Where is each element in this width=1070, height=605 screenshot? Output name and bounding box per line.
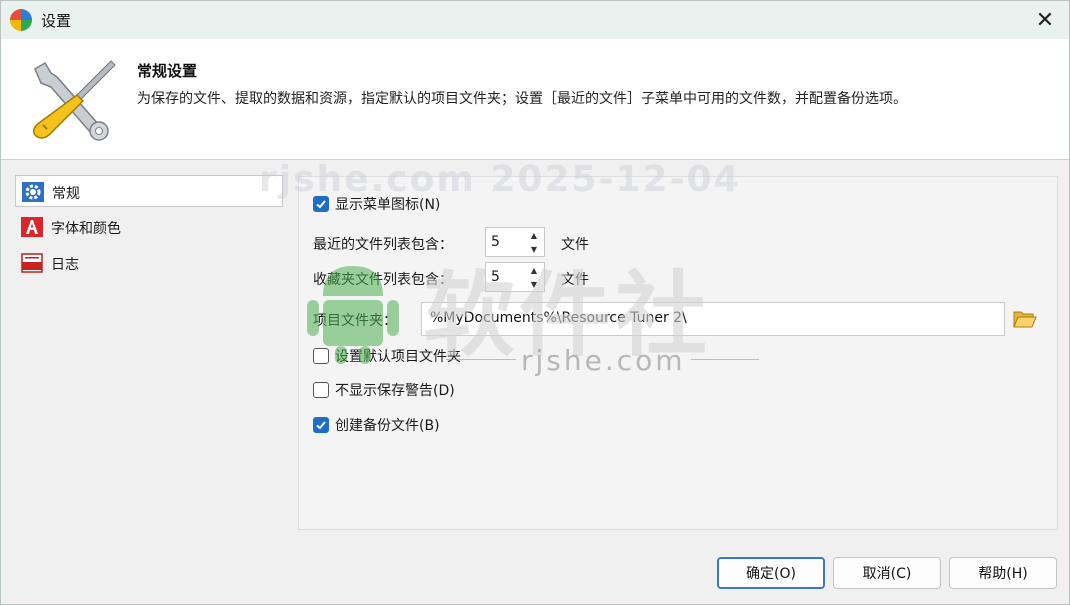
recent-files-label: 最近的文件列表包含：: [313, 237, 453, 253]
favorite-files-unit: 文件: [561, 272, 589, 288]
close-icon: ✕: [1035, 7, 1055, 33]
wrench-screwdriver-icon: [32, 60, 116, 141]
app-logo-icon: [10, 9, 32, 31]
chevron-down-icon[interactable]: ▼: [526, 278, 542, 291]
create-backup-checkbox[interactable]: 创建备份文件(B): [313, 415, 440, 435]
ok-button[interactable]: 确定(O): [717, 557, 825, 589]
show-menu-icons-checkbox[interactable]: 显示菜单图标(N): [313, 194, 440, 214]
help-button[interactable]: 帮助(H): [949, 557, 1057, 589]
log-icon: [21, 253, 43, 273]
recent-files-value[interactable]: 5: [491, 234, 500, 250]
no-save-warning-checkbox[interactable]: 不显示保存警告(D): [313, 380, 455, 400]
close-button[interactable]: ✕: [1021, 1, 1069, 39]
sidebar-item-label: 字体和颜色: [51, 221, 121, 237]
checkbox-checked-icon[interactable]: [313, 196, 329, 212]
favorite-files-value[interactable]: 5: [491, 269, 500, 285]
sidebar-item-log[interactable]: 日志: [15, 247, 281, 279]
general-settings-panel: 显示菜单图标(N) 最近的文件列表包含： 5 ▲ ▼ 文件 收藏夹文件列表包含：…: [298, 176, 1058, 530]
checkbox-unchecked-icon[interactable]: [313, 348, 329, 364]
recent-files-unit: 文件: [561, 237, 589, 253]
favorite-files-label: 收藏夹文件列表包含：: [313, 272, 453, 288]
gear-icon: [22, 182, 44, 202]
chevron-down-icon[interactable]: ▼: [526, 243, 542, 256]
chevron-up-icon[interactable]: ▲: [526, 264, 542, 277]
sidebar-item-label: 常规: [52, 186, 80, 202]
checkbox-label: 创建备份文件(B): [335, 418, 440, 434]
settings-category-list: 常规 字体和颜色 日志: [15, 173, 283, 529]
settings-dialog: 设置 ✕ 常规设置 为保存的文件、提取的数据和资源，指定默认的项目文件夹；设置［…: [0, 0, 1070, 605]
sidebar-item-fonts-colors[interactable]: 字体和颜色: [15, 211, 281, 243]
sidebar-item-general[interactable]: 常规: [15, 175, 283, 207]
favorite-files-stepper[interactable]: 5 ▲ ▼: [485, 262, 545, 292]
title-bar: 设置 ✕: [1, 1, 1069, 39]
checkbox-label: 显示菜单图标(N): [335, 197, 441, 213]
recent-files-row: 最近的文件列表包含：: [313, 234, 453, 254]
project-folder-input[interactable]: %MyDocuments%\Resource Tuner 2\: [421, 302, 1005, 336]
set-default-folder-checkbox[interactable]: 设置默认项目文件夹: [313, 346, 461, 366]
checkbox-unchecked-icon[interactable]: [313, 382, 329, 398]
chevron-up-icon[interactable]: ▲: [526, 229, 542, 242]
window-title: 设置: [41, 12, 72, 30]
project-folder-label: 项目文件夹：: [313, 313, 397, 329]
folder-open-icon[interactable]: [1013, 308, 1037, 330]
checkbox-label: 设置默认项目文件夹: [335, 349, 461, 365]
recent-files-stepper[interactable]: 5 ▲ ▼: [485, 227, 545, 257]
favorite-files-row: 收藏夹文件列表包含：: [313, 269, 453, 289]
header-banner: 常规设置 为保存的文件、提取的数据和资源，指定默认的项目文件夹；设置［最近的文件…: [1, 39, 1069, 160]
favorite-files-unit-row: 文件: [561, 269, 589, 289]
project-folder-row: 项目文件夹：: [313, 310, 397, 330]
checkbox-checked-icon[interactable]: [313, 417, 329, 433]
cancel-button[interactable]: 取消(C): [833, 557, 941, 589]
recent-files-unit-row: 文件: [561, 234, 589, 254]
sidebar-item-label: 日志: [51, 257, 79, 273]
font-color-icon: [21, 217, 43, 237]
checkbox-label: 不显示保存警告(D): [335, 383, 455, 399]
header-description: 为保存的文件、提取的数据和资源，指定默认的项目文件夹；设置［最近的文件］子菜单中…: [137, 91, 907, 107]
header-title: 常规设置: [137, 62, 198, 80]
